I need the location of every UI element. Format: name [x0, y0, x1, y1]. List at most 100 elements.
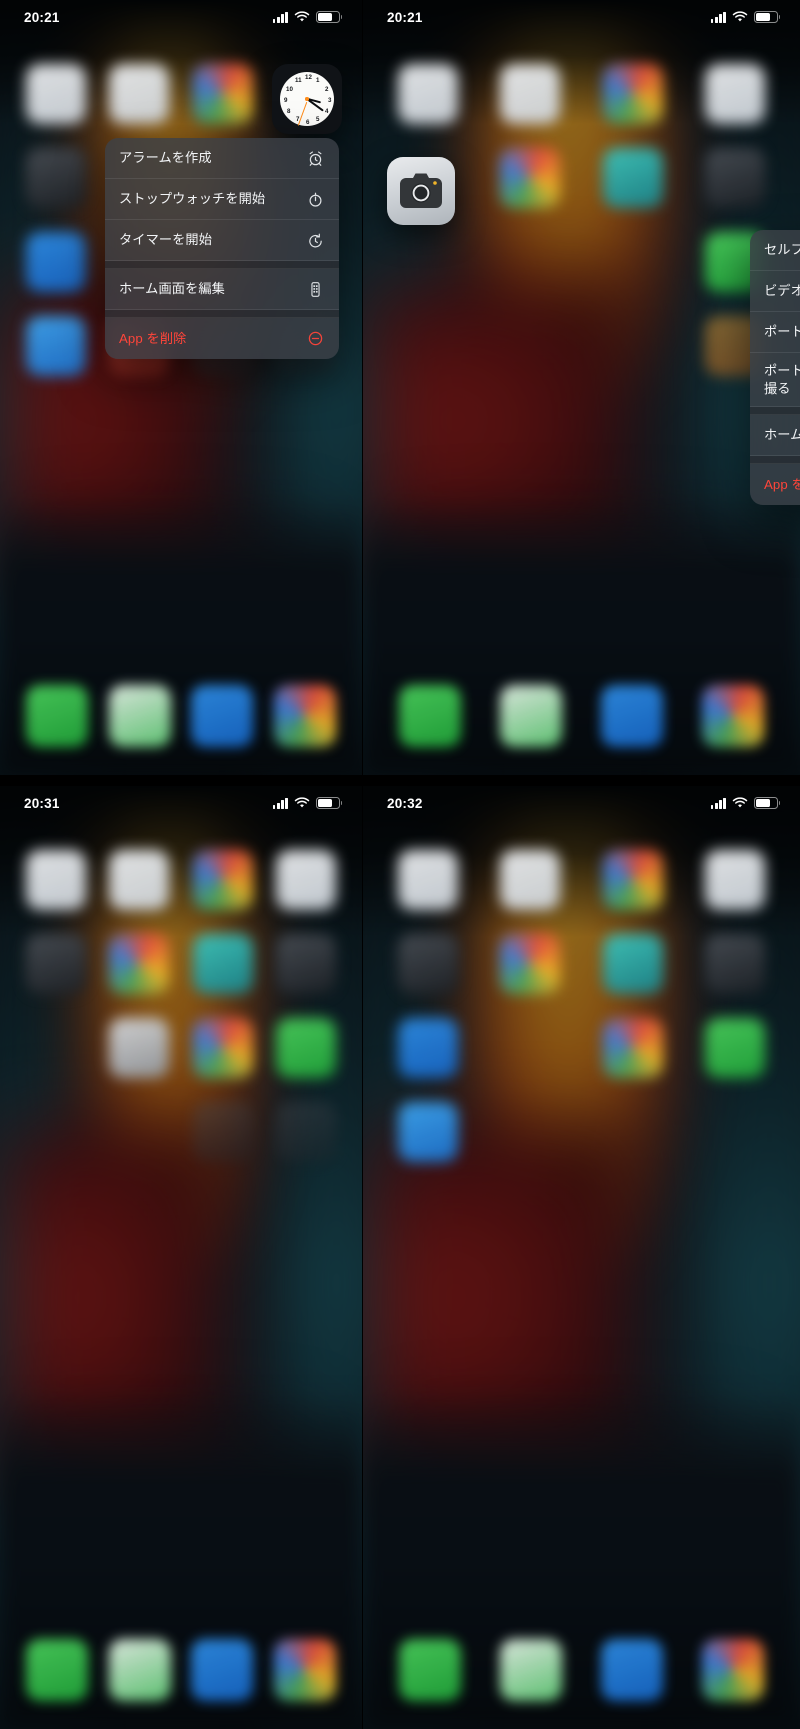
battery-icon	[316, 797, 343, 809]
menu-item-label: セルフィーを撮る	[764, 242, 800, 258]
clock-pivot	[305, 97, 309, 101]
menu-item-label: App を削除	[764, 476, 800, 492]
blurred-app-icon	[25, 316, 86, 376]
remove-app-icon	[306, 329, 325, 348]
cellular-signal-icon	[710, 11, 726, 23]
status-bar: 20:32	[363, 786, 800, 820]
menu-item-label: ポートレートセルフィーを撮る	[764, 362, 800, 396]
blurred-app-icon	[398, 64, 459, 124]
dock-icon[interactable]	[273, 685, 336, 747]
alarm-clock-icon	[306, 149, 325, 168]
menu-separator	[750, 407, 800, 415]
menu-item-label: ホーム画面を編集	[119, 281, 225, 297]
blurred-app-icon	[602, 64, 663, 124]
dock-row	[0, 1639, 362, 1701]
blurred-app-icon	[704, 148, 765, 208]
app-row	[363, 232, 800, 292]
blurred-app-icon	[276, 1102, 337, 1162]
blurred-app-icon	[109, 64, 170, 124]
blurred-app-icon	[602, 934, 663, 994]
blurred-app-icon	[25, 64, 86, 124]
menu-item-start-stopwatch[interactable]: ストップウォッチを開始	[105, 179, 339, 220]
cellular-signal-icon	[710, 797, 726, 809]
status-time: 20:21	[24, 9, 60, 25]
dock-row	[363, 685, 800, 747]
menu-separator	[750, 456, 800, 464]
blurred-app-icon	[398, 1102, 459, 1162]
blurred-app-icon	[276, 1018, 337, 1078]
blurred-app-icon	[602, 148, 663, 208]
status-bar: 20:31	[0, 786, 362, 820]
battery-icon	[754, 797, 781, 809]
wifi-icon	[294, 797, 310, 808]
menu-item-take-selfie[interactable]: セルフィーを撮る	[750, 230, 800, 271]
battery-icon	[754, 11, 781, 23]
menu-item-label: ストップウォッチを開始	[119, 191, 266, 207]
dock-icon[interactable]	[191, 685, 254, 747]
menu-item-edit-home-screen[interactable]: ホーム画面を編集	[105, 269, 339, 310]
app-grid	[363, 850, 800, 1162]
blurred-app-icon	[276, 850, 337, 910]
status-time: 20:32	[387, 795, 423, 811]
screenshot-grid: 20:21 12 1 2 3 4 5 6 7 8 9 10 11 アラームを作成…	[0, 0, 800, 1729]
blurred-app-icon	[109, 850, 170, 910]
wifi-icon	[732, 797, 748, 808]
dock-icon[interactable]	[499, 1639, 562, 1701]
status-time: 20:31	[24, 795, 60, 811]
dock-icon[interactable]	[702, 1639, 765, 1701]
dock-icon[interactable]	[108, 685, 171, 747]
wifi-icon	[294, 11, 310, 22]
dock-icon[interactable]	[191, 1639, 254, 1701]
app-row	[0, 934, 362, 994]
clock-panel: 20:21 12 1 2 3 4 5 6 7 8 9 10 11 アラームを作成…	[0, 0, 362, 775]
edit-home-screen-icon	[306, 280, 325, 299]
app-row	[363, 316, 800, 376]
appstore-panel: 20:31	[0, 786, 362, 1729]
dock	[0, 1639, 362, 1701]
blurred-app-icon	[192, 934, 253, 994]
cellular-signal-icon	[272, 11, 288, 23]
dock-icon[interactable]	[108, 1639, 171, 1701]
dock-icon[interactable]	[26, 1639, 89, 1701]
dock-icon[interactable]	[398, 1639, 461, 1701]
clock-widget-icon[interactable]: 12 1 2 3 4 5 6 7 8 9 10 11	[272, 64, 342, 134]
blurred-app-icon	[25, 232, 86, 292]
app-row	[363, 1018, 800, 1078]
blurred-app-icon	[602, 1018, 663, 1078]
menu-item-remove-app[interactable]: App を削除	[105, 318, 339, 359]
dock-icon[interactable]	[601, 685, 664, 747]
dock-icon[interactable]	[601, 1639, 664, 1701]
menu-item-start-timer[interactable]: タイマーを開始	[105, 220, 339, 261]
settings-panel: 20:32	[363, 786, 800, 1729]
camera-context-menu: セルフィーを撮る ビデオを撮影 ポートレートを撮る ポートレートセルフィーを撮る	[750, 230, 800, 505]
blurred-app-icon	[109, 1018, 170, 1078]
clock-context-menu: アラームを作成 ストップウォッチを開始 タイマーを開始 ホーム画面を編集 App…	[105, 138, 339, 359]
dock-icon[interactable]	[273, 1639, 336, 1701]
app-row	[363, 64, 800, 124]
menu-item-edit-home-screen[interactable]: ホーム画面を編集	[750, 415, 800, 456]
app-row	[0, 850, 362, 910]
dock-icon[interactable]	[702, 685, 765, 747]
menu-item-create-alarm[interactable]: アラームを作成	[105, 138, 339, 179]
menu-item-record-video[interactable]: ビデオを撮影	[750, 271, 800, 312]
dock-icon[interactable]	[26, 685, 89, 747]
menu-separator	[105, 261, 339, 269]
blurred-app-icon	[500, 850, 561, 910]
menu-item-remove-app[interactable]: App を削除	[750, 464, 800, 505]
dock-icon[interactable]	[398, 685, 461, 747]
menu-item-take-portrait-selfie[interactable]: ポートレートセルフィーを撮る	[750, 353, 800, 407]
camera-app-icon[interactable]	[387, 157, 455, 225]
menu-item-label: ホーム画面を編集	[764, 427, 800, 443]
menu-item-label: ポートレートを撮る	[764, 324, 800, 340]
menu-item-label: アラームを作成	[119, 150, 212, 166]
blurred-app-icon	[704, 1018, 765, 1078]
menu-item-take-portrait[interactable]: ポートレートを撮る	[750, 312, 800, 353]
app-grid	[0, 850, 362, 1162]
camera-glyph-icon	[400, 173, 442, 208]
blurred-app-icon	[276, 934, 337, 994]
blurred-app-icon	[500, 148, 561, 208]
wifi-icon	[732, 11, 748, 22]
blurred-app-icon	[192, 1018, 253, 1078]
blurred-app-icon	[192, 1102, 253, 1162]
dock-icon[interactable]	[499, 685, 562, 747]
